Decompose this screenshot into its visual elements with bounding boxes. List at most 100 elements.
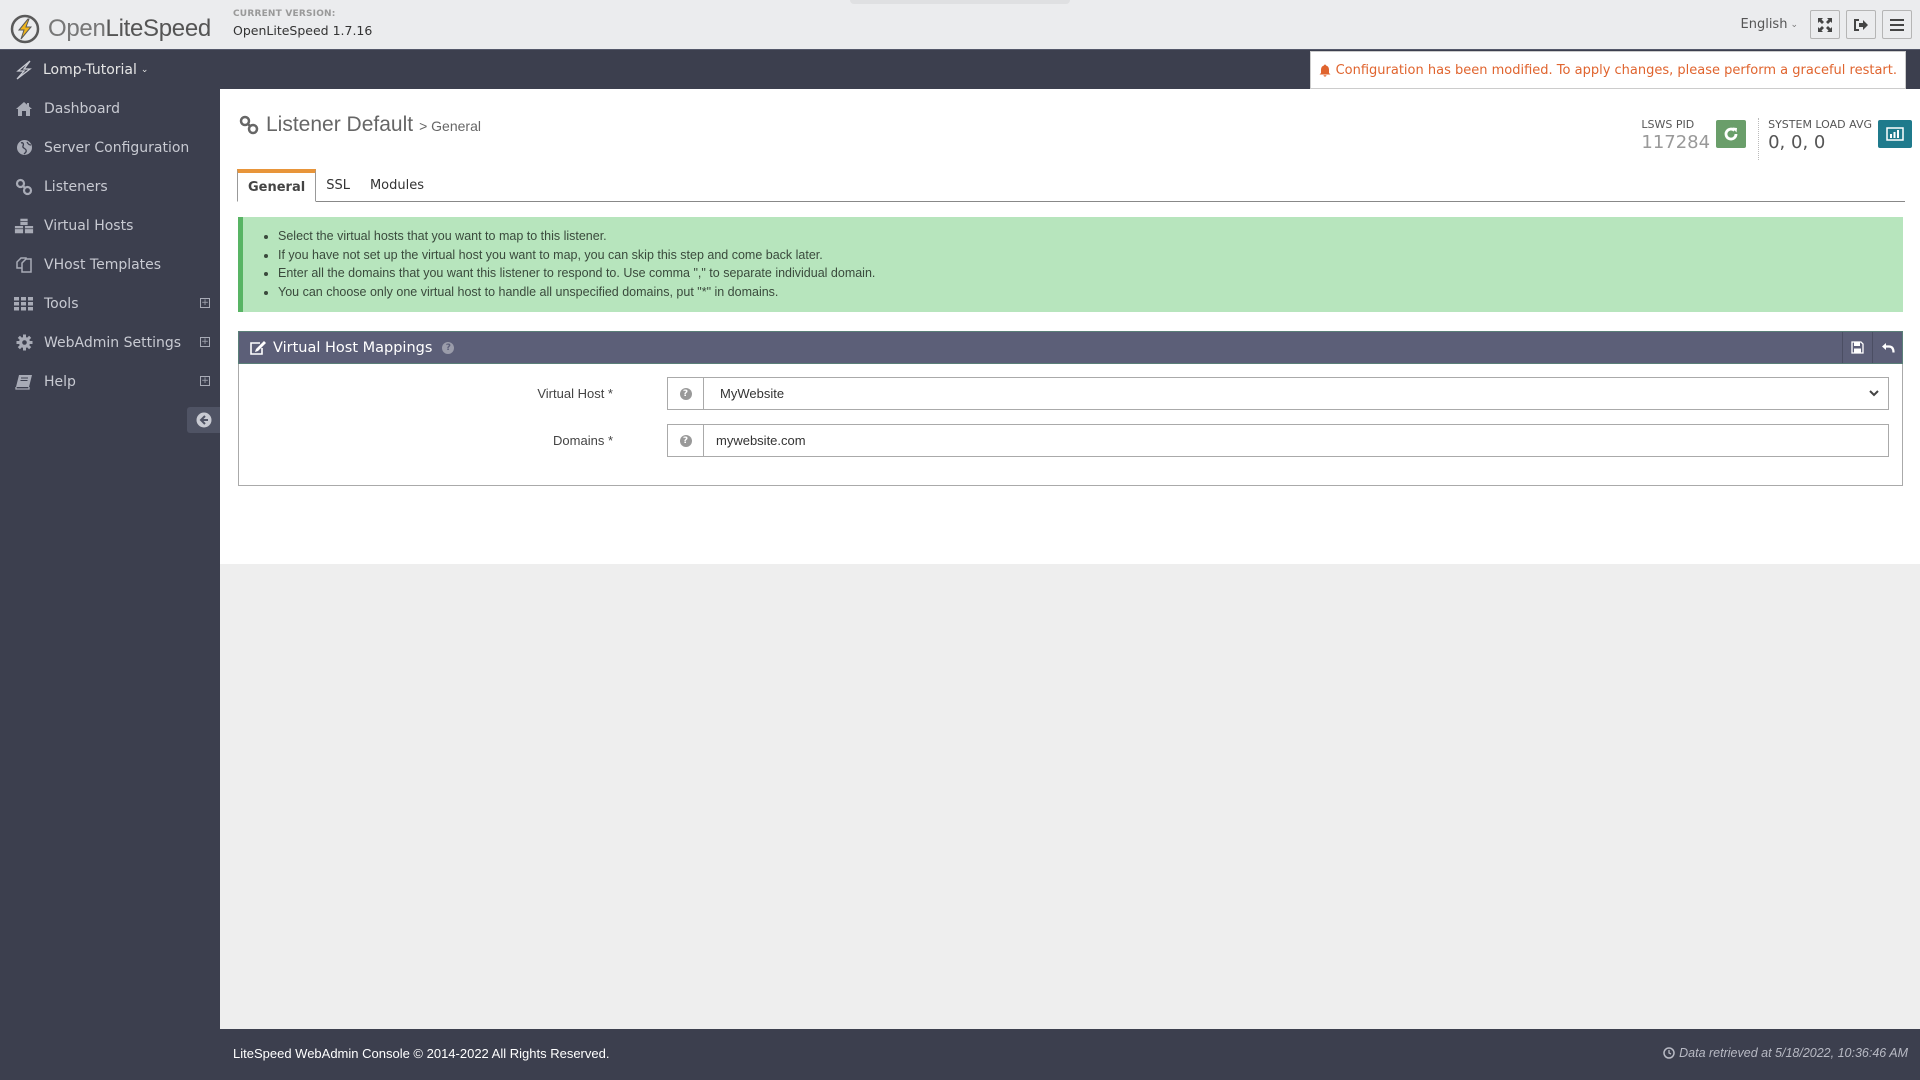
tab-bar: General SSL Modules	[237, 169, 1905, 202]
cancel-button[interactable]	[1872, 332, 1902, 363]
language-dropdown[interactable]: English ⌄	[1741, 17, 1799, 32]
context-bar: Lomp-Tutorial ⌄ Configuration has been m…	[0, 49, 1920, 89]
lsws-pid-stat: LSWS PID 117284	[1641, 118, 1747, 153]
footer: LiteSpeed WebAdmin Console © 2014-2022 A…	[0, 1029, 1920, 1080]
grid-icon	[14, 295, 34, 313]
save-button[interactable]	[1842, 332, 1872, 363]
tip-item: Enter all the domains that you want this…	[278, 264, 1903, 283]
domains-help[interactable]: ?	[668, 425, 704, 456]
domains-input[interactable]	[704, 425, 1888, 456]
expand-plus-icon[interactable]: +	[200, 376, 210, 386]
tab-ssl[interactable]: SSL	[316, 170, 360, 201]
sidebar-item-help[interactable]: Help +	[0, 362, 220, 401]
alert-text: Configuration has been modified. To appl…	[1335, 62, 1897, 78]
sidebar: Dashboard Server Configuration Listeners…	[0, 89, 220, 1029]
sidebar-item-label: Server Configuration	[44, 139, 190, 156]
home-icon	[14, 100, 34, 118]
config-modified-alert[interactable]: Configuration has been modified. To appl…	[1309, 51, 1906, 89]
version-label: CURRENT VERSION:	[233, 9, 336, 19]
sidebar-item-tools[interactable]: Tools +	[0, 284, 220, 323]
site-switcher[interactable]: Lomp-Tutorial ⌄	[15, 60, 148, 80]
sidebar-item-server-configuration[interactable]: Server Configuration	[0, 128, 220, 167]
sidebar-item-label: WebAdmin Settings	[44, 334, 182, 351]
server-stats: LSWS PID 117284 SYSTEM LOAD AVG 0, 0, 0	[1641, 118, 1912, 160]
version-info: CURRENT VERSION: OpenLiteSpeed 1.7.16	[233, 9, 372, 38]
main-content: Listener Default > General LSWS PID 1172…	[220, 89, 1920, 564]
clock-icon	[1663, 1047, 1675, 1059]
save-icon	[1851, 341, 1864, 354]
menu-button[interactable]	[1882, 10, 1912, 39]
cubes-icon	[14, 217, 34, 235]
virtual-host-select[interactable]: MyWebsite	[704, 378, 1888, 409]
help-icon[interactable]: ?	[442, 341, 455, 354]
sidebar-item-webadmin-settings[interactable]: WebAdmin Settings +	[0, 323, 220, 362]
bar-chart-icon	[1886, 127, 1904, 141]
tab-modules[interactable]: Modules	[360, 170, 434, 201]
sidebar-item-label: VHost Templates	[44, 256, 162, 273]
copyright-text: LiteSpeed WebAdmin Console © 2014-2022 A…	[233, 1046, 610, 1061]
tab-general[interactable]: General	[237, 169, 317, 202]
expand-plus-icon[interactable]: +	[200, 337, 210, 347]
edit-icon	[250, 340, 266, 355]
book-icon	[14, 373, 34, 391]
gear-icon	[14, 334, 34, 352]
collapse-sidebar-button[interactable]	[187, 407, 220, 433]
version-value: OpenLiteSpeed 1.7.16	[233, 23, 373, 38]
realtime-stats-button[interactable]	[1878, 120, 1912, 148]
page-title-text: Listener Default	[266, 113, 414, 136]
stats-divider	[1758, 118, 1760, 160]
lightning-icon	[16, 60, 32, 80]
globe-icon	[14, 139, 34, 157]
virtual-host-mappings-panel: Virtual Host Mappings ? Virtual Host * ?…	[238, 331, 1903, 486]
sidebar-item-virtual-hosts[interactable]: Virtual Hosts	[0, 206, 220, 245]
domains-row: Domains * ?	[239, 424, 1902, 457]
top-shadow-decoration	[850, 0, 1070, 4]
tip-item: If you have not set up the virtual host …	[278, 246, 1903, 265]
site-name: Lomp-Tutorial	[43, 62, 137, 78]
tip-item: Select the virtual hosts that you want t…	[278, 227, 1903, 246]
undo-icon	[1881, 342, 1895, 353]
fullscreen-button[interactable]	[1810, 10, 1840, 39]
chevron-down-icon: ⌄	[1790, 19, 1798, 30]
info-tips-box: Select the virtual hosts that you want t…	[238, 217, 1903, 312]
logout-button[interactable]	[1846, 10, 1876, 39]
expand-icon	[1818, 17, 1832, 32]
virtual-host-label: Virtual Host *	[537, 386, 613, 401]
top-header: OpenLiteSpeed CURRENT VERSION: OpenLiteS…	[0, 0, 1920, 49]
pid-label: LSWS PID	[1641, 118, 1695, 131]
link-icon	[239, 115, 259, 135]
page-title: Listener Default > General	[238, 113, 481, 137]
tip-item: You can choose only one virtual host to …	[278, 283, 1903, 302]
tips-list: Select the virtual hosts that you want t…	[278, 227, 1903, 301]
chevron-down-icon: ⌄	[140, 65, 149, 75]
domains-control: ?	[667, 424, 1889, 457]
lightning-logo-icon	[10, 14, 40, 44]
logo-text: OpenLiteSpeed	[48, 15, 211, 42]
sidebar-item-listeners[interactable]: Listeners	[0, 167, 220, 206]
sign-out-icon	[1854, 18, 1868, 31]
virtual-host-help[interactable]: ?	[668, 378, 704, 409]
load-value: 0, 0, 0	[1768, 132, 1826, 153]
top-right-controls: English ⌄	[1741, 10, 1912, 39]
system-load-stat: SYSTEM LOAD AVG 0, 0, 0	[1768, 118, 1912, 153]
refresh-icon	[1724, 127, 1738, 141]
content-background	[220, 564, 1920, 1029]
sidebar-item-label: Virtual Hosts	[44, 217, 134, 234]
pid-value: 117284	[1641, 132, 1711, 153]
logo[interactable]: OpenLiteSpeed	[10, 14, 211, 44]
arrow-circle-left-icon	[196, 412, 211, 428]
bell-icon	[1319, 64, 1331, 77]
panel-header: Virtual Host Mappings ?	[238, 331, 1903, 364]
restart-button[interactable]	[1716, 120, 1747, 148]
help-icon: ?	[679, 434, 692, 447]
sidebar-item-label: Tools	[44, 295, 79, 312]
expand-plus-icon[interactable]: +	[200, 298, 210, 308]
sidebar-item-label: Help	[44, 373, 76, 390]
copy-icon	[14, 256, 34, 274]
sidebar-item-dashboard[interactable]: Dashboard	[0, 89, 220, 128]
virtual-host-control: ? MyWebsite	[667, 377, 1889, 410]
sidebar-item-vhost-templates[interactable]: VHost Templates	[0, 245, 220, 284]
load-label: SYSTEM LOAD AVG	[1768, 118, 1872, 131]
hamburger-icon	[1890, 18, 1904, 31]
panel-actions	[1842, 332, 1902, 363]
